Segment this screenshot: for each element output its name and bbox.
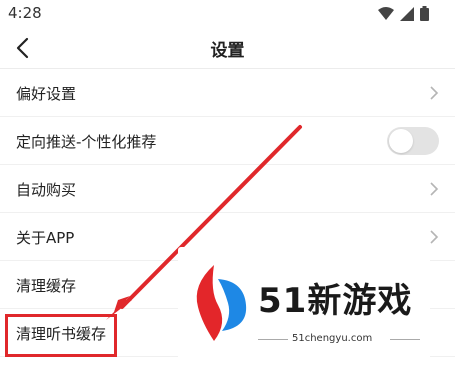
row-label: 偏好设置 [16,85,77,103]
signal-icon [400,6,414,21]
watermark: 51新游戏 51chengyu.com [178,247,430,363]
toggle-knob [389,129,413,153]
chevron-right-icon [430,182,439,196]
settings-row-auto-purchase[interactable]: 自动购买 [0,165,455,213]
header: 设置 [0,28,455,68]
brand-logo-icon [196,265,247,341]
watermark-line-right [390,339,420,340]
row-label: 关于APP [16,229,75,247]
wifi-icon [378,6,394,20]
row-label: 自动购买 [16,181,77,199]
page-title: 设置 [210,41,245,61]
chevron-right-icon [430,86,439,100]
status-bar: 4:28 [0,0,455,28]
row-label: 清理听书缓存 [16,325,107,343]
status-time: 4:28 [8,4,42,22]
chevron-right-icon [430,230,439,244]
watermark-line-left [258,339,288,340]
settings-row-personalized-push: 定向推送-个性化推荐 [0,117,455,165]
status-icons [378,6,429,21]
row-label: 清理缓存 [16,277,77,295]
watermark-brand: 51新游戏 [258,281,413,321]
battery-icon [420,6,429,21]
watermark-url: 51chengyu.com [292,333,373,344]
settings-row-preferences[interactable]: 偏好设置 [0,69,455,117]
row-label: 定向推送-个性化推荐 [16,133,157,151]
personalized-push-toggle[interactable] [387,127,439,155]
